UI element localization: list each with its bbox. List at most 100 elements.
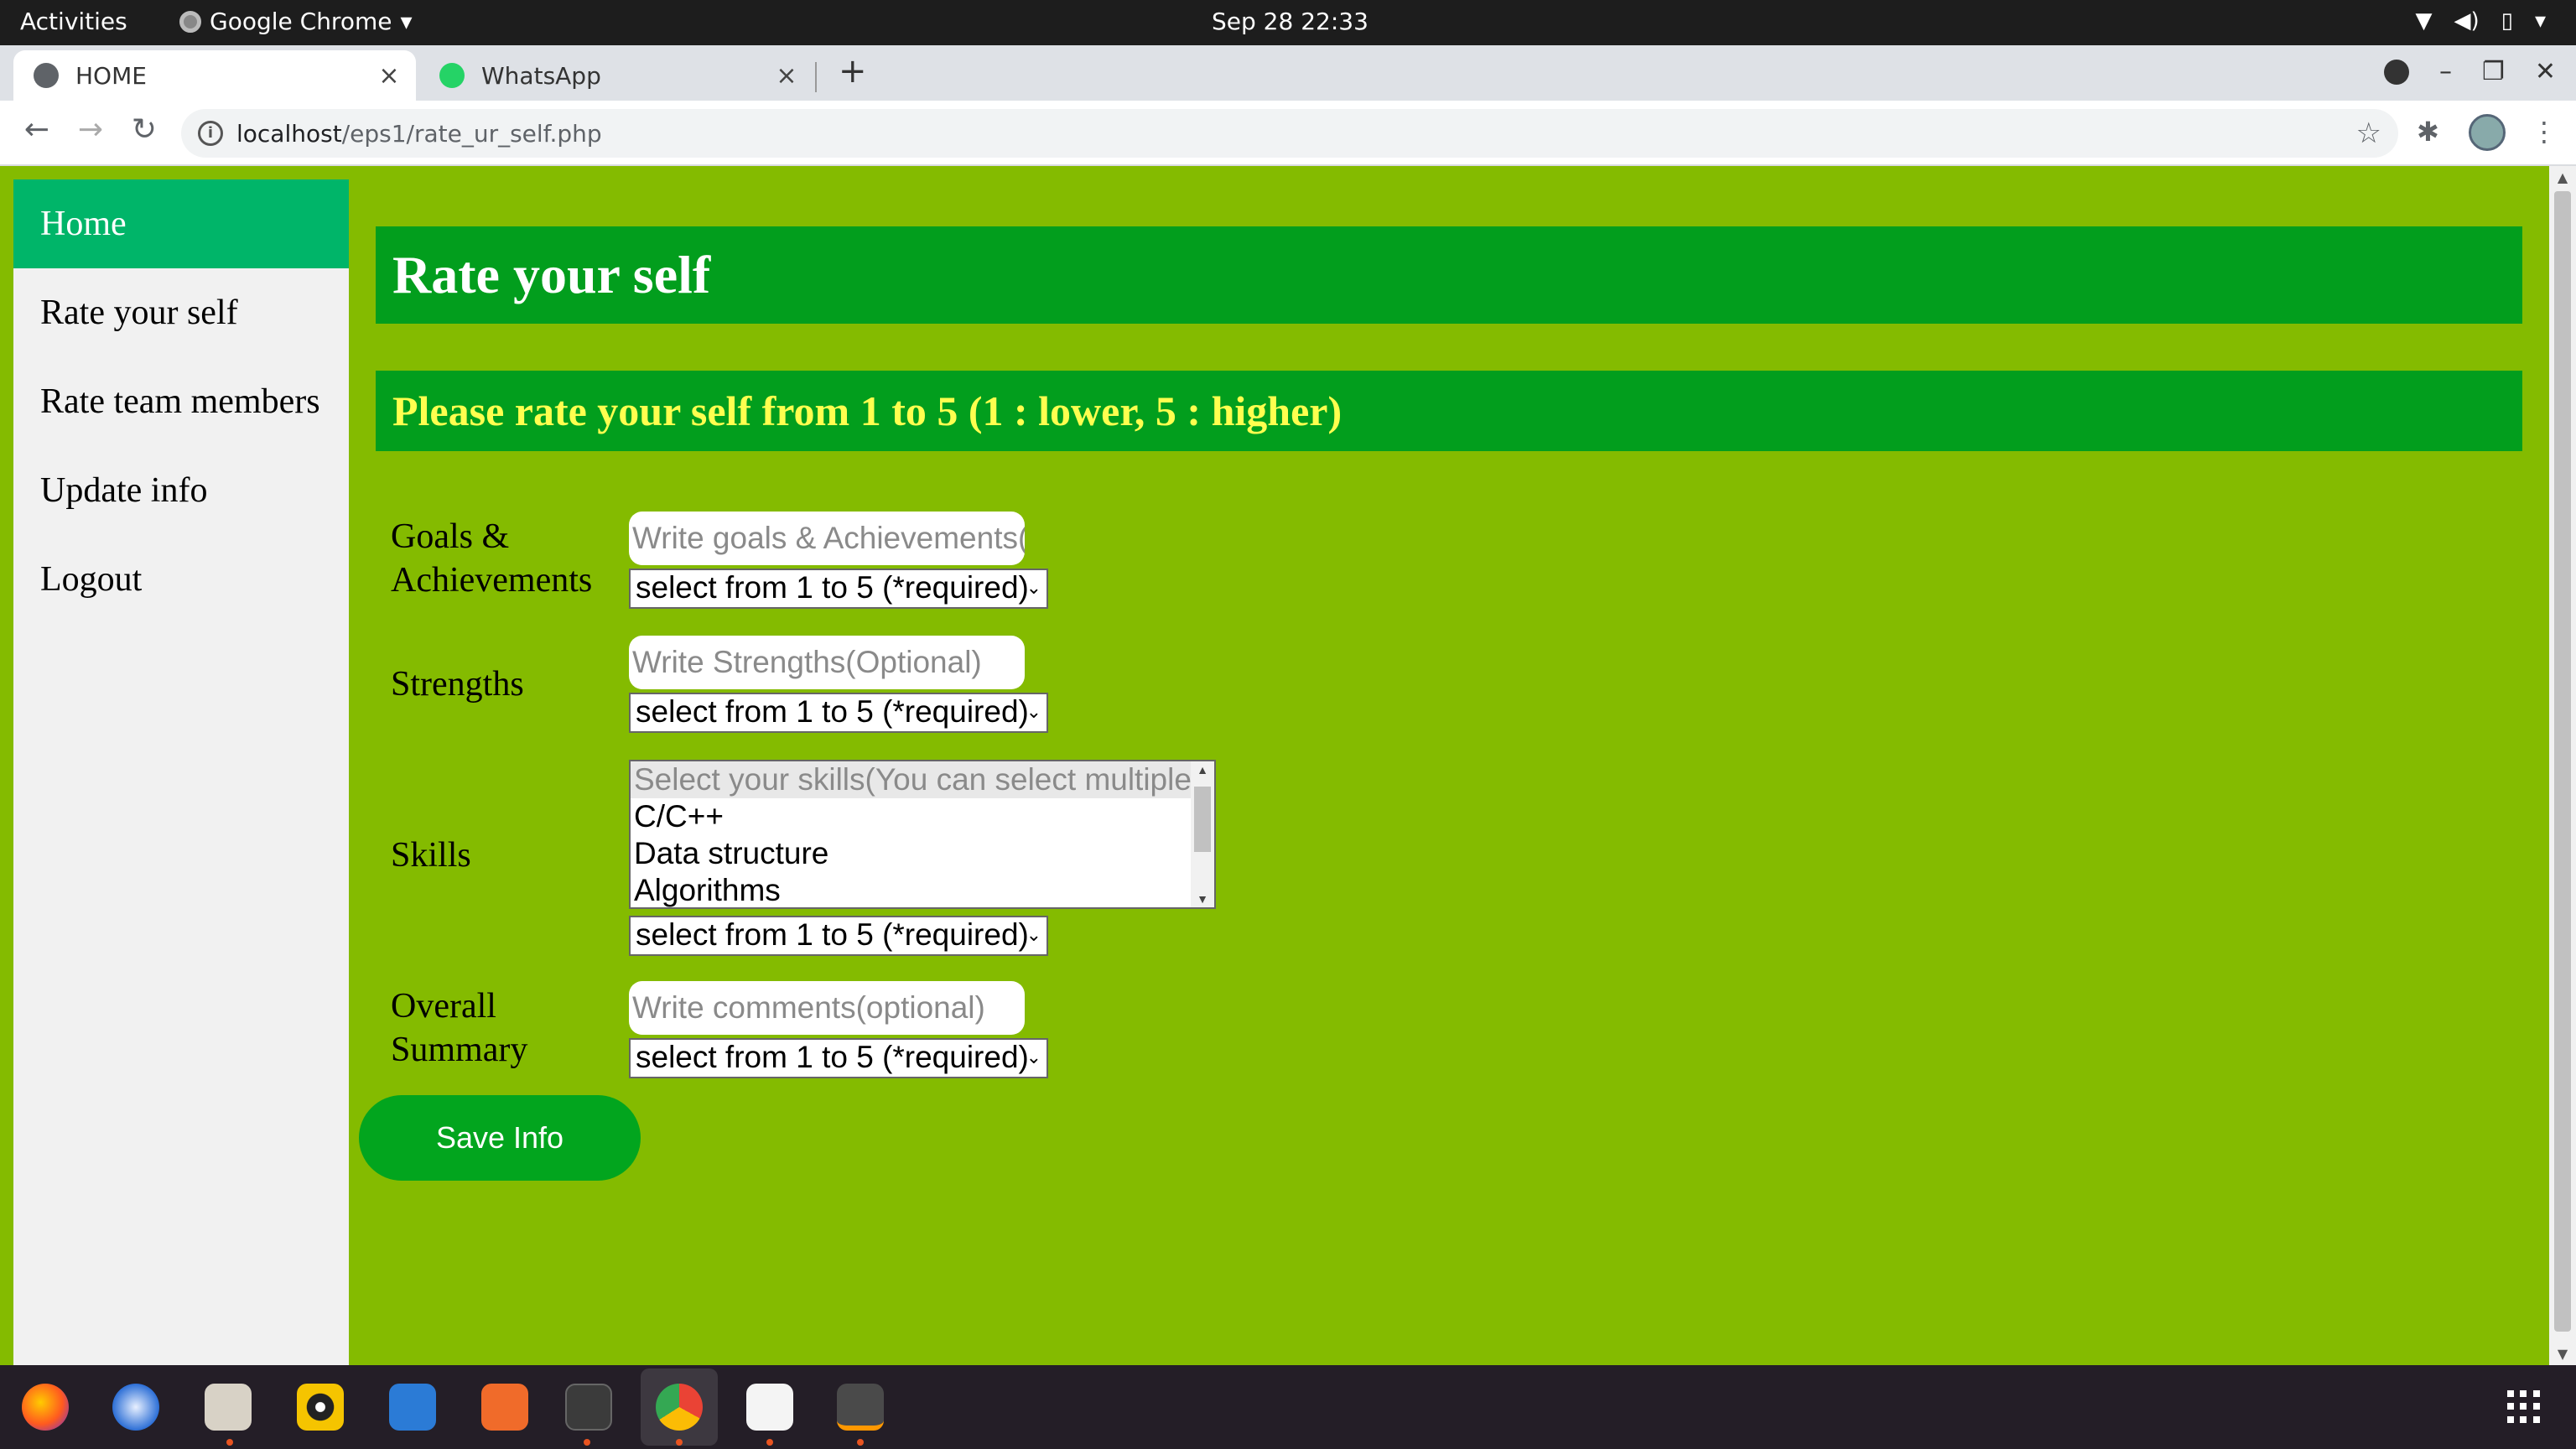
rhythmbox-icon[interactable]: [297, 1384, 344, 1431]
back-icon[interactable]: ←: [17, 112, 57, 147]
scroll-up-icon[interactable]: ▲: [1191, 763, 1214, 776]
browser-toolbar: ← → ↻ i localhost/eps1/rate_ur_self.php …: [0, 101, 2576, 166]
address-bar[interactable]: i localhost/eps1/rate_ur_self.php ☆: [181, 109, 2398, 158]
chevron-down-icon: ⌄: [1026, 924, 1041, 945]
system-tray[interactable]: ▼ ◀) ▯ ▾: [2415, 8, 2546, 34]
clock[interactable]: Sep 28 22:33: [1212, 8, 1368, 35]
scroll-up-icon[interactable]: ▲: [2549, 169, 2576, 185]
running-indicator: [226, 1439, 233, 1446]
globe-icon: [34, 63, 59, 88]
software-center-icon[interactable]: [481, 1384, 528, 1431]
text-editor-icon[interactable]: [746, 1384, 793, 1431]
new-tab-button[interactable]: +: [839, 52, 867, 91]
skills-option[interactable]: Algorithms: [631, 872, 1214, 907]
sidebar-item-rate-team-members[interactable]: Rate team members: [13, 357, 349, 446]
tab-strip: HOME × WhatsApp ×: [0, 45, 2576, 101]
forward-icon[interactable]: →: [70, 112, 111, 147]
skills-option[interactable]: Data structure: [631, 835, 1214, 872]
thunderbird-icon[interactable]: [112, 1384, 159, 1431]
tab-title: WhatsApp: [481, 61, 601, 90]
volume-icon: ◀): [2454, 8, 2480, 34]
goals-label-line1: Goals &: [391, 517, 510, 556]
sidebar-item-home[interactable]: Home: [13, 179, 349, 268]
reload-icon[interactable]: ↻: [124, 112, 164, 147]
writer-icon[interactable]: [389, 1384, 436, 1431]
skills-scrollbar[interactable]: ▲ ▼: [1191, 761, 1214, 907]
app-menu[interactable]: Google Chrome ▾: [179, 8, 413, 35]
strengths-rating-select[interactable]: select from 1 to 5 (*required) ⌄: [629, 693, 1048, 733]
sidebar-item-rate-your-self[interactable]: Rate your self: [13, 268, 349, 357]
chevron-down-icon: ⌄: [1026, 1046, 1041, 1067]
caret-down-icon: ▾: [2534, 8, 2546, 34]
running-indicator: [584, 1439, 590, 1446]
dock: [0, 1365, 2576, 1449]
chrome-icon: [179, 10, 201, 33]
chevron-down-icon: ⌄: [1026, 577, 1041, 598]
goals-rating-value: select from 1 to 5 (*required): [636, 570, 1029, 605]
chrome-icon[interactable]: [656, 1384, 703, 1431]
show-applications-icon[interactable]: [2507, 1390, 2541, 1424]
running-indicator: [766, 1439, 773, 1446]
window-controls: – ❐ ✕: [2383, 57, 2556, 86]
url-path: /eps1/rate_ur_self.php: [341, 119, 602, 148]
files-icon[interactable]: [205, 1384, 252, 1431]
strengths-label: Strengths: [391, 665, 524, 704]
skills-label: Skills: [391, 836, 471, 875]
skills-option[interactable]: C/C++: [631, 798, 1214, 835]
firefox-icon[interactable]: [22, 1384, 69, 1431]
summary-label-line1: Overall: [391, 987, 496, 1026]
tab-whatsapp[interactable]: WhatsApp ×: [419, 50, 813, 101]
summary-rating-select[interactable]: select from 1 to 5 (*required) ⌄: [629, 1038, 1048, 1078]
extensions-icon[interactable]: ✱: [2417, 116, 2439, 148]
minimize-icon[interactable]: –: [2439, 57, 2452, 86]
app-name: Google Chrome: [210, 8, 392, 35]
running-indicator: [676, 1439, 683, 1446]
system-top-bar: Activities Google Chrome ▾ Sep 28 22:33 …: [0, 0, 2576, 45]
scroll-down-icon[interactable]: ▼: [1191, 892, 1214, 906]
battery-icon: ▯: [2501, 8, 2513, 34]
chevron-down-icon: ⌄: [1026, 701, 1041, 722]
wifi-icon: ▼: [2415, 8, 2433, 34]
skills-option-placeholder[interactable]: Select your skills(You can select multip…: [631, 761, 1214, 798]
scroll-down-icon[interactable]: ▼: [2549, 1346, 2576, 1362]
summary-input[interactable]: [629, 981, 1025, 1035]
page-scrollbar[interactable]: ▲ ▼: [2549, 166, 2576, 1365]
goals-rating-select[interactable]: select from 1 to 5 (*required) ⌄: [629, 569, 1048, 609]
site-info-icon[interactable]: i: [198, 121, 223, 146]
page-viewport: Home Rate your self Rate team members Up…: [0, 166, 2549, 1365]
close-window-icon[interactable]: ✕: [2535, 57, 2556, 86]
strengths-rating-value: select from 1 to 5 (*required): [636, 694, 1029, 729]
sidebar-item-update-info[interactable]: Update info: [13, 446, 349, 535]
profile-avatar[interactable]: [2469, 114, 2506, 151]
scrollbar-thumb[interactable]: [1194, 787, 1211, 852]
save-info-button[interactable]: Save Info: [359, 1095, 641, 1181]
page-title: Rate your self: [376, 226, 2522, 324]
activities-button[interactable]: Activities: [20, 8, 127, 35]
goals-label-line2: Achievements: [391, 561, 593, 600]
sidebar: Home Rate your self Rate team members Up…: [13, 179, 349, 1365]
bookmark-star-icon[interactable]: ☆: [2356, 117, 2381, 150]
close-tab-icon[interactable]: ×: [372, 61, 406, 91]
tab-search-icon[interactable]: [2383, 59, 2409, 85]
summary-label: Overall Summary: [391, 984, 527, 1072]
close-tab-icon[interactable]: ×: [770, 61, 803, 91]
goals-input[interactable]: [629, 512, 1025, 565]
running-indicator: [857, 1439, 864, 1446]
goals-label: Goals & Achievements: [391, 515, 592, 602]
summary-label-line2: Summary: [391, 1031, 528, 1069]
summary-rating-value: select from 1 to 5 (*required): [636, 1040, 1029, 1074]
sidebar-item-logout[interactable]: Logout: [13, 535, 349, 624]
maximize-icon[interactable]: ❐: [2482, 57, 2505, 86]
main-content: Rate your self Please rate your self fro…: [359, 166, 2522, 1365]
skills-rating-select[interactable]: select from 1 to 5 (*required) ⌄: [629, 916, 1048, 956]
terminal-icon[interactable]: [565, 1384, 612, 1431]
sublime-text-icon[interactable]: [837, 1384, 884, 1431]
tab-title: HOME: [75, 61, 147, 90]
caret-down-icon: ▾: [400, 8, 413, 35]
scrollbar-thumb[interactable]: [2554, 191, 2571, 1332]
strengths-input[interactable]: [629, 636, 1025, 689]
skills-multiselect[interactable]: Select your skills(You can select multip…: [629, 760, 1216, 909]
chrome-menu-icon[interactable]: ⋮: [2531, 116, 2558, 148]
tab-home[interactable]: HOME ×: [13, 50, 416, 101]
url-host: localhost: [236, 119, 342, 148]
